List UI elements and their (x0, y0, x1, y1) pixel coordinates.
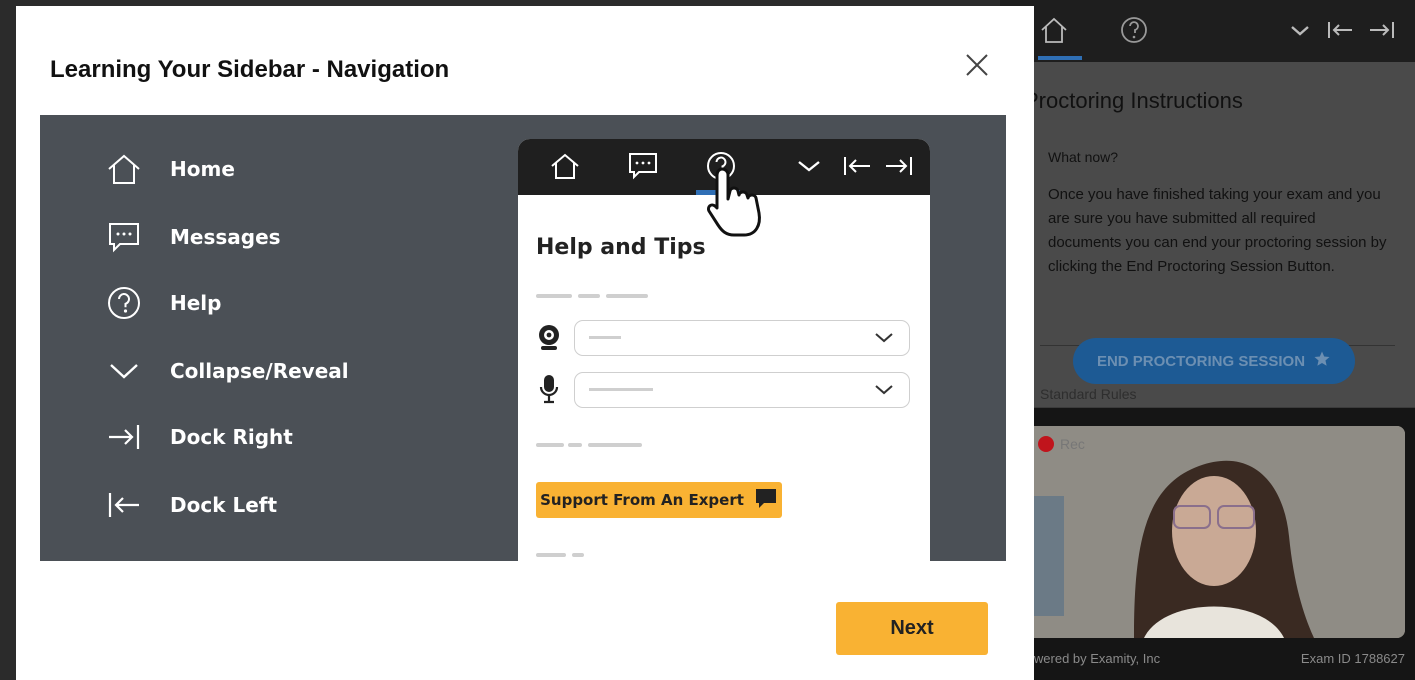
legend-item-dock-right: Dock Right (106, 417, 293, 457)
legend-label: Dock Left (170, 493, 278, 517)
help-icon (106, 285, 142, 321)
chat-bubble-icon (754, 487, 778, 513)
active-tab-indicator (1038, 56, 1082, 60)
help-icon[interactable] (1118, 14, 1150, 51)
placeholder-line (536, 553, 566, 557)
placeholder-line (568, 443, 582, 447)
placeholder-line (589, 336, 621, 339)
exam-id: Exam ID 1788627 (1300, 651, 1405, 666)
support-from-expert-button: Support From An Expert (536, 482, 782, 518)
chevron-down-icon (794, 149, 824, 188)
star-icon (1313, 350, 1331, 372)
home-icon (106, 151, 142, 187)
placeholder-line (536, 443, 564, 447)
placeholder-line (589, 388, 653, 391)
messages-icon (106, 219, 142, 255)
pointer-hand-icon (704, 165, 768, 244)
home-icon (548, 149, 582, 188)
legend-item-dock-left: Dock Left (106, 485, 277, 525)
dock-left-icon (840, 149, 874, 188)
legend-label: Help (170, 291, 222, 315)
messages-icon (626, 149, 660, 188)
legend-item-messages: Messages (106, 217, 281, 257)
home-icon[interactable] (1038, 14, 1070, 51)
end-proctoring-button[interactable]: END PROCTORING SESSION (1073, 338, 1355, 384)
microphone-select (574, 372, 910, 408)
legend-item-collapse: Collapse/Reveal (106, 351, 349, 391)
chevron-down-icon (873, 330, 895, 351)
chevron-down-icon (106, 353, 142, 389)
microphone-icon (538, 373, 560, 410)
mockup-title: Help and Tips (536, 235, 706, 260)
placeholder-line (572, 553, 584, 557)
webcam-icon (536, 323, 562, 356)
support-label: Support From An Expert (540, 491, 744, 509)
close-icon[interactable] (962, 50, 992, 80)
record-dot-icon (1038, 436, 1054, 452)
placeholder-line (588, 443, 642, 447)
sidebar-title: Proctoring Instructions (1024, 88, 1243, 113)
rec-label: Rec (1060, 436, 1085, 452)
proctor-sidebar: Proctoring Instructions What now? Once y… (1000, 0, 1415, 680)
legend-label: Collapse/Reveal (170, 359, 349, 383)
powered-by: Powered by Examity, Inc (1018, 651, 1161, 666)
legend-label: Home (170, 157, 235, 181)
dock-right-icon (106, 419, 142, 455)
chevron-down-icon[interactable] (1286, 14, 1314, 51)
sidebar-instructions: Once you have finished taking your exam … (1048, 186, 1387, 275)
dock-right-icon (882, 149, 916, 188)
sidebar-topbar (1000, 0, 1415, 62)
recording-indicator: Rec (1038, 436, 1085, 452)
modal-title: Learning Your Sidebar - Navigation (50, 56, 450, 83)
sidebar-subheading: What now? (1048, 149, 1119, 165)
legend-item-home: Home (106, 149, 235, 189)
placeholder-line (578, 294, 600, 298)
tutorial-modal: Learning Your Sidebar - Navigation Home … (16, 6, 1034, 680)
dock-right-icon[interactable] (1366, 14, 1398, 51)
navigation-illustration: Home Messages Help Collapse/Reveal Dock … (40, 115, 1006, 561)
legend-label: Dock Right (170, 425, 293, 449)
dock-left-icon[interactable] (1324, 14, 1356, 51)
placeholder-line (606, 294, 648, 298)
chevron-down-icon (873, 382, 895, 403)
camera-select (574, 320, 910, 356)
dock-left-icon (106, 487, 142, 523)
legend-item-help: Help (106, 283, 221, 323)
placeholder-line (536, 294, 572, 298)
next-button[interactable]: Next (836, 602, 988, 655)
legend-label: Messages (170, 225, 281, 249)
end-proctoring-label: END PROCTORING SESSION (1096, 352, 1306, 370)
section-heading-partial: Standard Rules (1040, 386, 1137, 402)
webcam-feed (1024, 426, 1405, 638)
